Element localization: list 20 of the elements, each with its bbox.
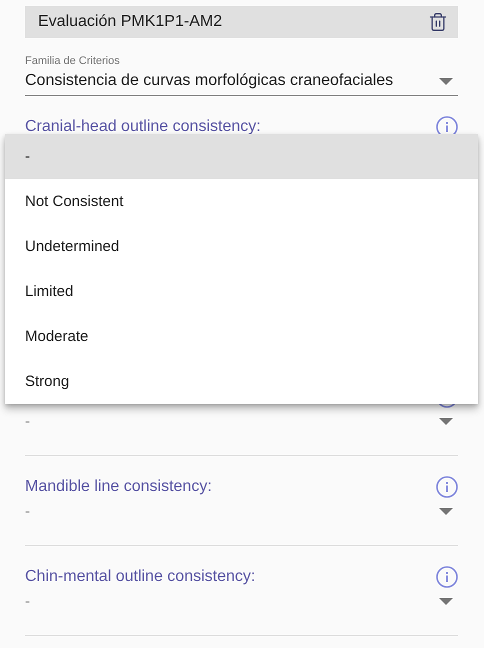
criterion-label: Chin-mental outline consistency:	[25, 568, 256, 586]
criterion-label: Mandible line consistency:	[25, 478, 212, 496]
info-icon[interactable]	[436, 566, 458, 588]
trash-icon[interactable]	[428, 12, 448, 32]
menu-item[interactable]: -	[5, 134, 478, 179]
dropdown-caret-icon[interactable]	[439, 78, 453, 84]
menu-item[interactable]: Moderate	[5, 314, 478, 359]
dropdown-caret-icon[interactable]	[439, 508, 453, 514]
dropdown-caret-icon[interactable]	[439, 418, 453, 424]
menu-item[interactable]: Limited	[5, 269, 478, 314]
dropdown-caret-icon[interactable]	[439, 598, 453, 604]
menu-item[interactable]: Not Consistent	[5, 179, 478, 224]
menu-item[interactable]: Strong	[5, 359, 478, 404]
info-icon[interactable]	[436, 476, 458, 498]
criterion-label: Cranial-head outline consistency:	[25, 118, 261, 136]
menu-item[interactable]: Undetermined	[5, 224, 478, 269]
select-value: Consistencia de curvas morfológicas craneofaciales	[25, 72, 394, 90]
evaluation-title: Evaluación PMK1P1-AM2	[38, 13, 222, 31]
family-select[interactable]: Consistencia de curvas morfológicas craneofaciales	[25, 67, 458, 96]
field-label: Familia de Criterios	[25, 55, 121, 67]
